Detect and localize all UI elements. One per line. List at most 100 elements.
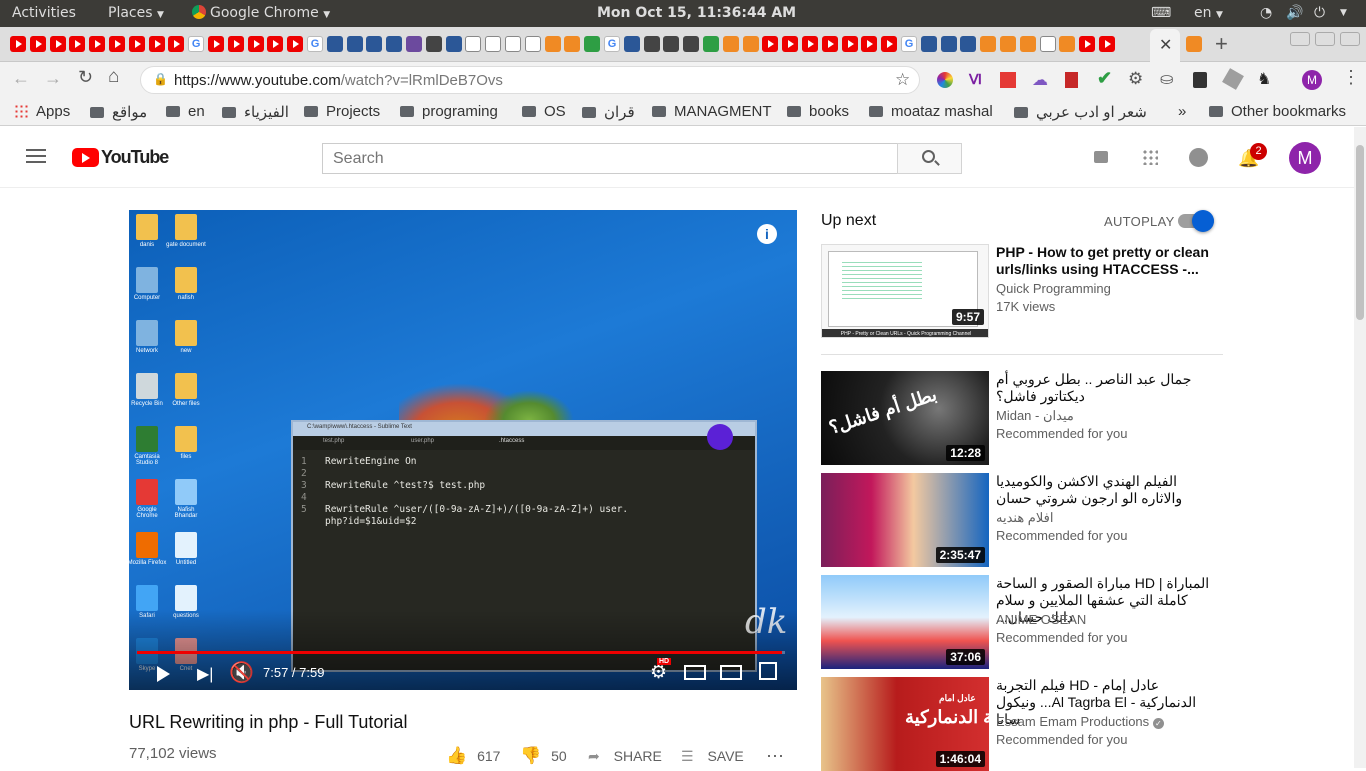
- forward-icon[interactable]: →: [44, 68, 62, 89]
- tab-favicon[interactable]: [1019, 36, 1036, 52]
- play-icon[interactable]: [157, 666, 170, 682]
- tab-favicon[interactable]: [821, 36, 838, 52]
- tab-favicon[interactable]: [703, 36, 719, 52]
- tab-favicon[interactable]: [89, 36, 106, 52]
- tab-favicon[interactable]: [782, 36, 799, 52]
- fullscreen-icon[interactable]: [759, 662, 777, 680]
- video-title-link[interactable]: جمال عبد الناصر .. بطل عروبي أم ديكتاتور…: [996, 371, 1211, 405]
- channel-name[interactable]: افلام هنديه: [996, 510, 1053, 526]
- tab-favicon[interactable]: [465, 36, 482, 52]
- tab-favicon[interactable]: [445, 36, 462, 52]
- tab-favicon[interactable]: [623, 36, 640, 52]
- tab-favicon[interactable]: [663, 36, 680, 52]
- recommended-video[interactable]: 2:35:47 الفيلم الهندي الاكشن والكوميديا …: [821, 473, 1221, 567]
- tab-favicon[interactable]: [1039, 36, 1056, 52]
- tab-favicon[interactable]: [406, 36, 422, 52]
- extension-icon[interactable]: ⛀: [1160, 69, 1173, 89]
- tab-favicon[interactable]: [267, 36, 284, 52]
- clock[interactable]: Mon Oct 15, 11:36:44 AM: [597, 5, 796, 21]
- tab-favicon[interactable]: [881, 36, 898, 52]
- search-input[interactable]: [322, 143, 898, 174]
- tab-favicon[interactable]: [366, 36, 383, 52]
- tab-favicon[interactable]: [861, 36, 878, 52]
- bookmark-folder[interactable]: programing: [400, 103, 498, 120]
- channel-name[interactable]: Essam Emam Productions ✓: [996, 714, 1164, 729]
- chevron-down-icon[interactable]: ▼: [1340, 8, 1347, 18]
- tab-favicon[interactable]: [683, 36, 700, 52]
- more-actions-icon[interactable]: ⋯: [766, 746, 784, 767]
- video-thumbnail[interactable]: 37:06: [821, 575, 989, 669]
- next-icon[interactable]: ▶|: [197, 664, 213, 684]
- like-button[interactable]: 👍 617: [446, 746, 500, 766]
- tab-favicon[interactable]: [1000, 36, 1016, 52]
- tab-favicon[interactable]: [1059, 36, 1076, 52]
- user-avatar[interactable]: M: [1289, 142, 1321, 174]
- tab-favicon[interactable]: [920, 36, 937, 52]
- tab-favicon[interactable]: [722, 36, 739, 52]
- tab-favicon[interactable]: [960, 36, 977, 52]
- tab-favicon[interactable]: [505, 36, 521, 52]
- channel-name[interactable]: ANIME OSEAN: [996, 612, 1086, 627]
- tab-favicon[interactable]: [544, 36, 561, 52]
- mute-icon[interactable]: 🔇: [229, 660, 254, 685]
- tab-favicon[interactable]: [10, 36, 26, 52]
- tab-favicon[interactable]: [1099, 36, 1115, 52]
- tab-favicon[interactable]: [128, 36, 145, 52]
- scrollbar-thumb[interactable]: [1356, 145, 1364, 320]
- tab-favicon[interactable]: [425, 36, 442, 52]
- extension-icon[interactable]: [937, 72, 953, 88]
- tab-favicon[interactable]: [643, 36, 660, 52]
- share-button[interactable]: ➦ SHARE: [588, 748, 662, 765]
- bookmark-folder[interactable]: en: [166, 103, 205, 120]
- create-video-icon[interactable]: [1094, 151, 1108, 163]
- apps-bookmark[interactable]: Apps: [14, 103, 70, 120]
- bookmark-folder[interactable]: مواقع: [90, 103, 147, 121]
- apps-grid-icon[interactable]: [1142, 149, 1158, 165]
- search-button[interactable]: [897, 143, 962, 174]
- tab-favicon[interactable]: [386, 36, 403, 52]
- places-menu[interactable]: Places ▼: [108, 5, 164, 21]
- close-window-button[interactable]: [1340, 32, 1360, 46]
- channel-name[interactable]: Midan - ميدان: [996, 408, 1074, 424]
- profile-avatar[interactable]: M: [1302, 70, 1322, 90]
- extension-icon[interactable]: [1222, 68, 1244, 90]
- recommended-video[interactable]: بطل أم فاشل؟ 12:28 جمال عبد الناصر .. بط…: [821, 371, 1221, 465]
- home-icon[interactable]: ⌂: [108, 66, 119, 88]
- tab-favicon[interactable]: [524, 36, 541, 52]
- channel-name[interactable]: Quick Programming: [996, 281, 1111, 296]
- maximize-button[interactable]: [1315, 32, 1335, 46]
- bookmark-folder[interactable]: شعر او ادب عربي: [1014, 103, 1147, 121]
- recommended-video[interactable]: 37:06 المباراة | HD مباراة الصقور و السا…: [821, 575, 1221, 669]
- hamburger-menu-icon[interactable]: [26, 149, 46, 163]
- tab-favicon[interactable]: [564, 36, 581, 52]
- active-tab[interactable]: ✕: [1150, 29, 1180, 62]
- tab-favicon[interactable]: G: [188, 36, 205, 52]
- cloud-icon[interactable]: ☁: [1032, 70, 1048, 90]
- autoplay-toggle[interactable]: [1178, 210, 1214, 232]
- progress-bar[interactable]: [137, 651, 783, 654]
- tab-favicon[interactable]: [584, 36, 601, 52]
- bookmark-folder[interactable]: MANAGMENT: [652, 103, 772, 120]
- extension-icon[interactable]: [1000, 72, 1016, 88]
- volume-icon[interactable]: 🔊: [1286, 5, 1303, 21]
- back-icon[interactable]: ←: [12, 68, 30, 89]
- video-player[interactable]: danis gate document Computer nafish Network n…: [129, 210, 797, 690]
- activities-button[interactable]: Activities: [12, 5, 76, 21]
- video-thumbnail[interactable]: بطل أم فاشل؟ 12:28: [821, 371, 989, 465]
- bookmarks-overflow[interactable]: »: [1178, 103, 1186, 120]
- tab-favicon[interactable]: [841, 36, 858, 52]
- tab-favicon[interactable]: [485, 36, 502, 52]
- bookmark-folder[interactable]: الفيزياء: [222, 103, 289, 121]
- tab-favicon[interactable]: [742, 36, 759, 52]
- tab-favicon[interactable]: [29, 36, 46, 52]
- tab-favicon[interactable]: [346, 36, 363, 52]
- tab-favicon[interactable]: [208, 36, 224, 52]
- tab-favicon[interactable]: [326, 36, 343, 52]
- extension-icon[interactable]: [1193, 72, 1207, 88]
- tab-favicon[interactable]: [69, 36, 86, 52]
- save-button[interactable]: ☰ SAVE: [681, 748, 744, 765]
- tab-favicon[interactable]: [1186, 36, 1202, 52]
- messages-icon[interactable]: [1189, 148, 1208, 167]
- bookmark-star-icon[interactable]: ☆: [895, 70, 910, 90]
- address-bar[interactable]: 🔒 https://www.youtube.com/watch?v=lRmlDe…: [140, 66, 920, 94]
